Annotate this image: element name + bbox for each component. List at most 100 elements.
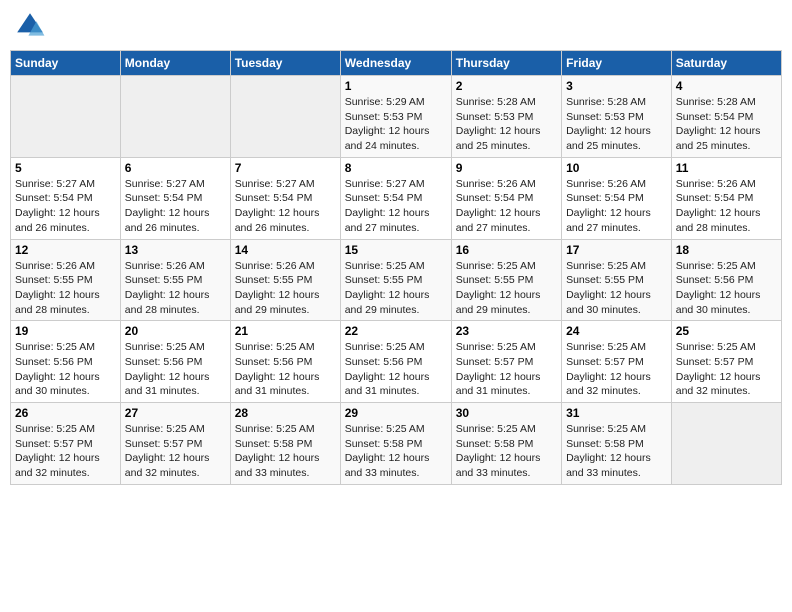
day-info: Sunrise: 5:25 AMSunset: 5:57 PMDaylight:… [566, 340, 667, 399]
day-info: Sunrise: 5:26 AMSunset: 5:55 PMDaylight:… [15, 259, 116, 318]
calendar-week-row: 12 Sunrise: 5:26 AMSunset: 5:55 PMDayligh… [11, 239, 782, 321]
day-header-sunday: Sunday [11, 51, 121, 76]
day-number: 3 [566, 79, 667, 93]
calendar-cell [120, 76, 230, 158]
day-number: 1 [345, 79, 447, 93]
logo [14, 10, 50, 42]
calendar-cell: 2 Sunrise: 5:28 AMSunset: 5:53 PMDaylight… [451, 76, 561, 158]
day-number: 17 [566, 243, 667, 257]
day-number: 20 [125, 324, 226, 338]
day-number: 30 [456, 406, 557, 420]
day-info: Sunrise: 5:25 AMSunset: 5:55 PMDaylight:… [345, 259, 447, 318]
day-number: 8 [345, 161, 447, 175]
day-header-tuesday: Tuesday [230, 51, 340, 76]
day-number: 12 [15, 243, 116, 257]
day-header-friday: Friday [562, 51, 672, 76]
calendar-cell: 10Sunrise: 5:26 AMSunset: 5:54 PMDayligh… [562, 157, 672, 239]
calendar-cell: 22Sunrise: 5:25 AMSunset: 5:56 PMDayligh… [340, 321, 451, 403]
day-number: 4 [676, 79, 777, 93]
calendar-cell: 30 Sunrise: 5:25 AMSunset: 5:58 PMDayligh… [451, 403, 561, 485]
day-info: Sunrise: 5:25 AMSunset: 5:58 PMDaylight:… [566, 422, 667, 481]
calendar-cell: 31Sunrise: 5:25 AMSunset: 5:58 PMDayligh… [562, 403, 672, 485]
calendar-cell: 12 Sunrise: 5:26 AMSunset: 5:55 PMDayligh… [11, 239, 121, 321]
calendar-cell: 15 Sunrise: 5:25 AMSunset: 5:55 PMDayligh… [340, 239, 451, 321]
calendar-cell: 27Sunrise: 5:25 AMSunset: 5:57 PMDayligh… [120, 403, 230, 485]
day-info: Sunrise: 5:25 AMSunset: 5:57 PMDaylight:… [676, 340, 777, 399]
calendar-cell: 25 Sunrise: 5:25 AMSunset: 5:57 PMDayligh… [671, 321, 781, 403]
day-info: Sunrise: 5:29 AMSunset: 5:53 PMDaylight:… [345, 95, 447, 154]
calendar-cell: 1 Sunrise: 5:29 AMSunset: 5:53 PMDaylight… [340, 76, 451, 158]
day-info: Sunrise: 5:25 AMSunset: 5:56 PMDaylight:… [125, 340, 226, 399]
calendar-cell: 18 Sunrise: 5:25 AMSunset: 5:56 PMDayligh… [671, 239, 781, 321]
logo-icon [14, 10, 46, 42]
day-number: 19 [15, 324, 116, 338]
calendar-cell: 17 Sunrise: 5:25 AMSunset: 5:55 PMDayligh… [562, 239, 672, 321]
calendar-week-row: 1 Sunrise: 5:29 AMSunset: 5:53 PMDaylight… [11, 76, 782, 158]
day-number: 2 [456, 79, 557, 93]
day-number: 21 [235, 324, 336, 338]
calendar-cell: 19 Sunrise: 5:25 AMSunset: 5:56 PMDayligh… [11, 321, 121, 403]
day-info: Sunrise: 5:26 AMSunset: 5:54 PMDaylight:… [676, 177, 777, 236]
day-number: 24 [566, 324, 667, 338]
day-info: Sunrise: 5:27 AMSunset: 5:54 PMDaylight:… [125, 177, 226, 236]
calendar-cell: 14 Sunrise: 5:26 AMSunset: 5:55 PMDayligh… [230, 239, 340, 321]
calendar-cell: 6 Sunrise: 5:27 AMSunset: 5:54 PMDaylight… [120, 157, 230, 239]
day-info: Sunrise: 5:26 AMSunset: 5:54 PMDaylight:… [456, 177, 557, 236]
day-info: Sunrise: 5:25 AMSunset: 5:58 PMDaylight:… [456, 422, 557, 481]
day-number: 13 [125, 243, 226, 257]
day-info: Sunrise: 5:25 AMSunset: 5:57 PMDaylight:… [15, 422, 116, 481]
day-number: 26 [15, 406, 116, 420]
calendar-cell: 29Sunrise: 5:25 AMSunset: 5:58 PMDayligh… [340, 403, 451, 485]
page-header [10, 10, 782, 42]
day-number: 7 [235, 161, 336, 175]
calendar-cell: 8 Sunrise: 5:27 AMSunset: 5:54 PMDaylight… [340, 157, 451, 239]
calendar-cell: 4Sunrise: 5:28 AMSunset: 5:54 PMDaylight… [671, 76, 781, 158]
calendar-cell: 20 Sunrise: 5:25 AMSunset: 5:56 PMDayligh… [120, 321, 230, 403]
day-number: 29 [345, 406, 447, 420]
calendar-week-row: 5 Sunrise: 5:27 AMSunset: 5:54 PMDaylight… [11, 157, 782, 239]
calendar-cell: 7 Sunrise: 5:27 AMSunset: 5:54 PMDaylight… [230, 157, 340, 239]
calendar-cell: 13 Sunrise: 5:26 AMSunset: 5:55 PMDayligh… [120, 239, 230, 321]
day-number: 25 [676, 324, 777, 338]
day-info: Sunrise: 5:27 AMSunset: 5:54 PMDaylight:… [15, 177, 116, 236]
day-number: 15 [345, 243, 447, 257]
calendar-cell: 24 Sunrise: 5:25 AMSunset: 5:57 PMDayligh… [562, 321, 672, 403]
calendar-cell [230, 76, 340, 158]
day-number: 14 [235, 243, 336, 257]
day-header-saturday: Saturday [671, 51, 781, 76]
day-number: 5 [15, 161, 116, 175]
day-info: Sunrise: 5:28 AMSunset: 5:53 PMDaylight:… [566, 95, 667, 154]
calendar-cell [671, 403, 781, 485]
day-info: Sunrise: 5:26 AMSunset: 5:55 PMDaylight:… [235, 259, 336, 318]
calendar-cell: 9 Sunrise: 5:26 AMSunset: 5:54 PMDaylight… [451, 157, 561, 239]
day-info: Sunrise: 5:27 AMSunset: 5:54 PMDaylight:… [235, 177, 336, 236]
day-info: Sunrise: 5:25 AMSunset: 5:57 PMDaylight:… [125, 422, 226, 481]
day-number: 18 [676, 243, 777, 257]
calendar-cell: 28 Sunrise: 5:25 AMSunset: 5:58 PMDayligh… [230, 403, 340, 485]
day-number: 11 [676, 161, 777, 175]
day-info: Sunrise: 5:25 AMSunset: 5:56 PMDaylight:… [15, 340, 116, 399]
day-info: Sunrise: 5:25 AMSunset: 5:55 PMDaylight:… [566, 259, 667, 318]
day-number: 6 [125, 161, 226, 175]
day-info: Sunrise: 5:25 AMSunset: 5:58 PMDaylight:… [235, 422, 336, 481]
calendar-cell: 16Sunrise: 5:25 AMSunset: 5:55 PMDayligh… [451, 239, 561, 321]
day-info: Sunrise: 5:27 AMSunset: 5:54 PMDaylight:… [345, 177, 447, 236]
calendar-cell: 26 Sunrise: 5:25 AMSunset: 5:57 PMDayligh… [11, 403, 121, 485]
day-header-monday: Monday [120, 51, 230, 76]
calendar-cell [11, 76, 121, 158]
day-info: Sunrise: 5:26 AMSunset: 5:55 PMDaylight:… [125, 259, 226, 318]
calendar-cell: 11 Sunrise: 5:26 AMSunset: 5:54 PMDayligh… [671, 157, 781, 239]
day-info: Sunrise: 5:25 AMSunset: 5:55 PMDaylight:… [456, 259, 557, 318]
day-number: 9 [456, 161, 557, 175]
calendar-cell: 23Sunrise: 5:25 AMSunset: 5:57 PMDayligh… [451, 321, 561, 403]
calendar-week-row: 19 Sunrise: 5:25 AMSunset: 5:56 PMDayligh… [11, 321, 782, 403]
day-info: Sunrise: 5:25 AMSunset: 5:56 PMDaylight:… [676, 259, 777, 318]
day-number: 10 [566, 161, 667, 175]
day-info: Sunrise: 5:28 AMSunset: 5:53 PMDaylight:… [456, 95, 557, 154]
day-number: 23 [456, 324, 557, 338]
day-number: 28 [235, 406, 336, 420]
calendar-cell: 5 Sunrise: 5:27 AMSunset: 5:54 PMDaylight… [11, 157, 121, 239]
calendar-cell: 3 Sunrise: 5:28 AMSunset: 5:53 PMDaylight… [562, 76, 672, 158]
day-header-thursday: Thursday [451, 51, 561, 76]
day-info: Sunrise: 5:25 AMSunset: 5:56 PMDaylight:… [235, 340, 336, 399]
